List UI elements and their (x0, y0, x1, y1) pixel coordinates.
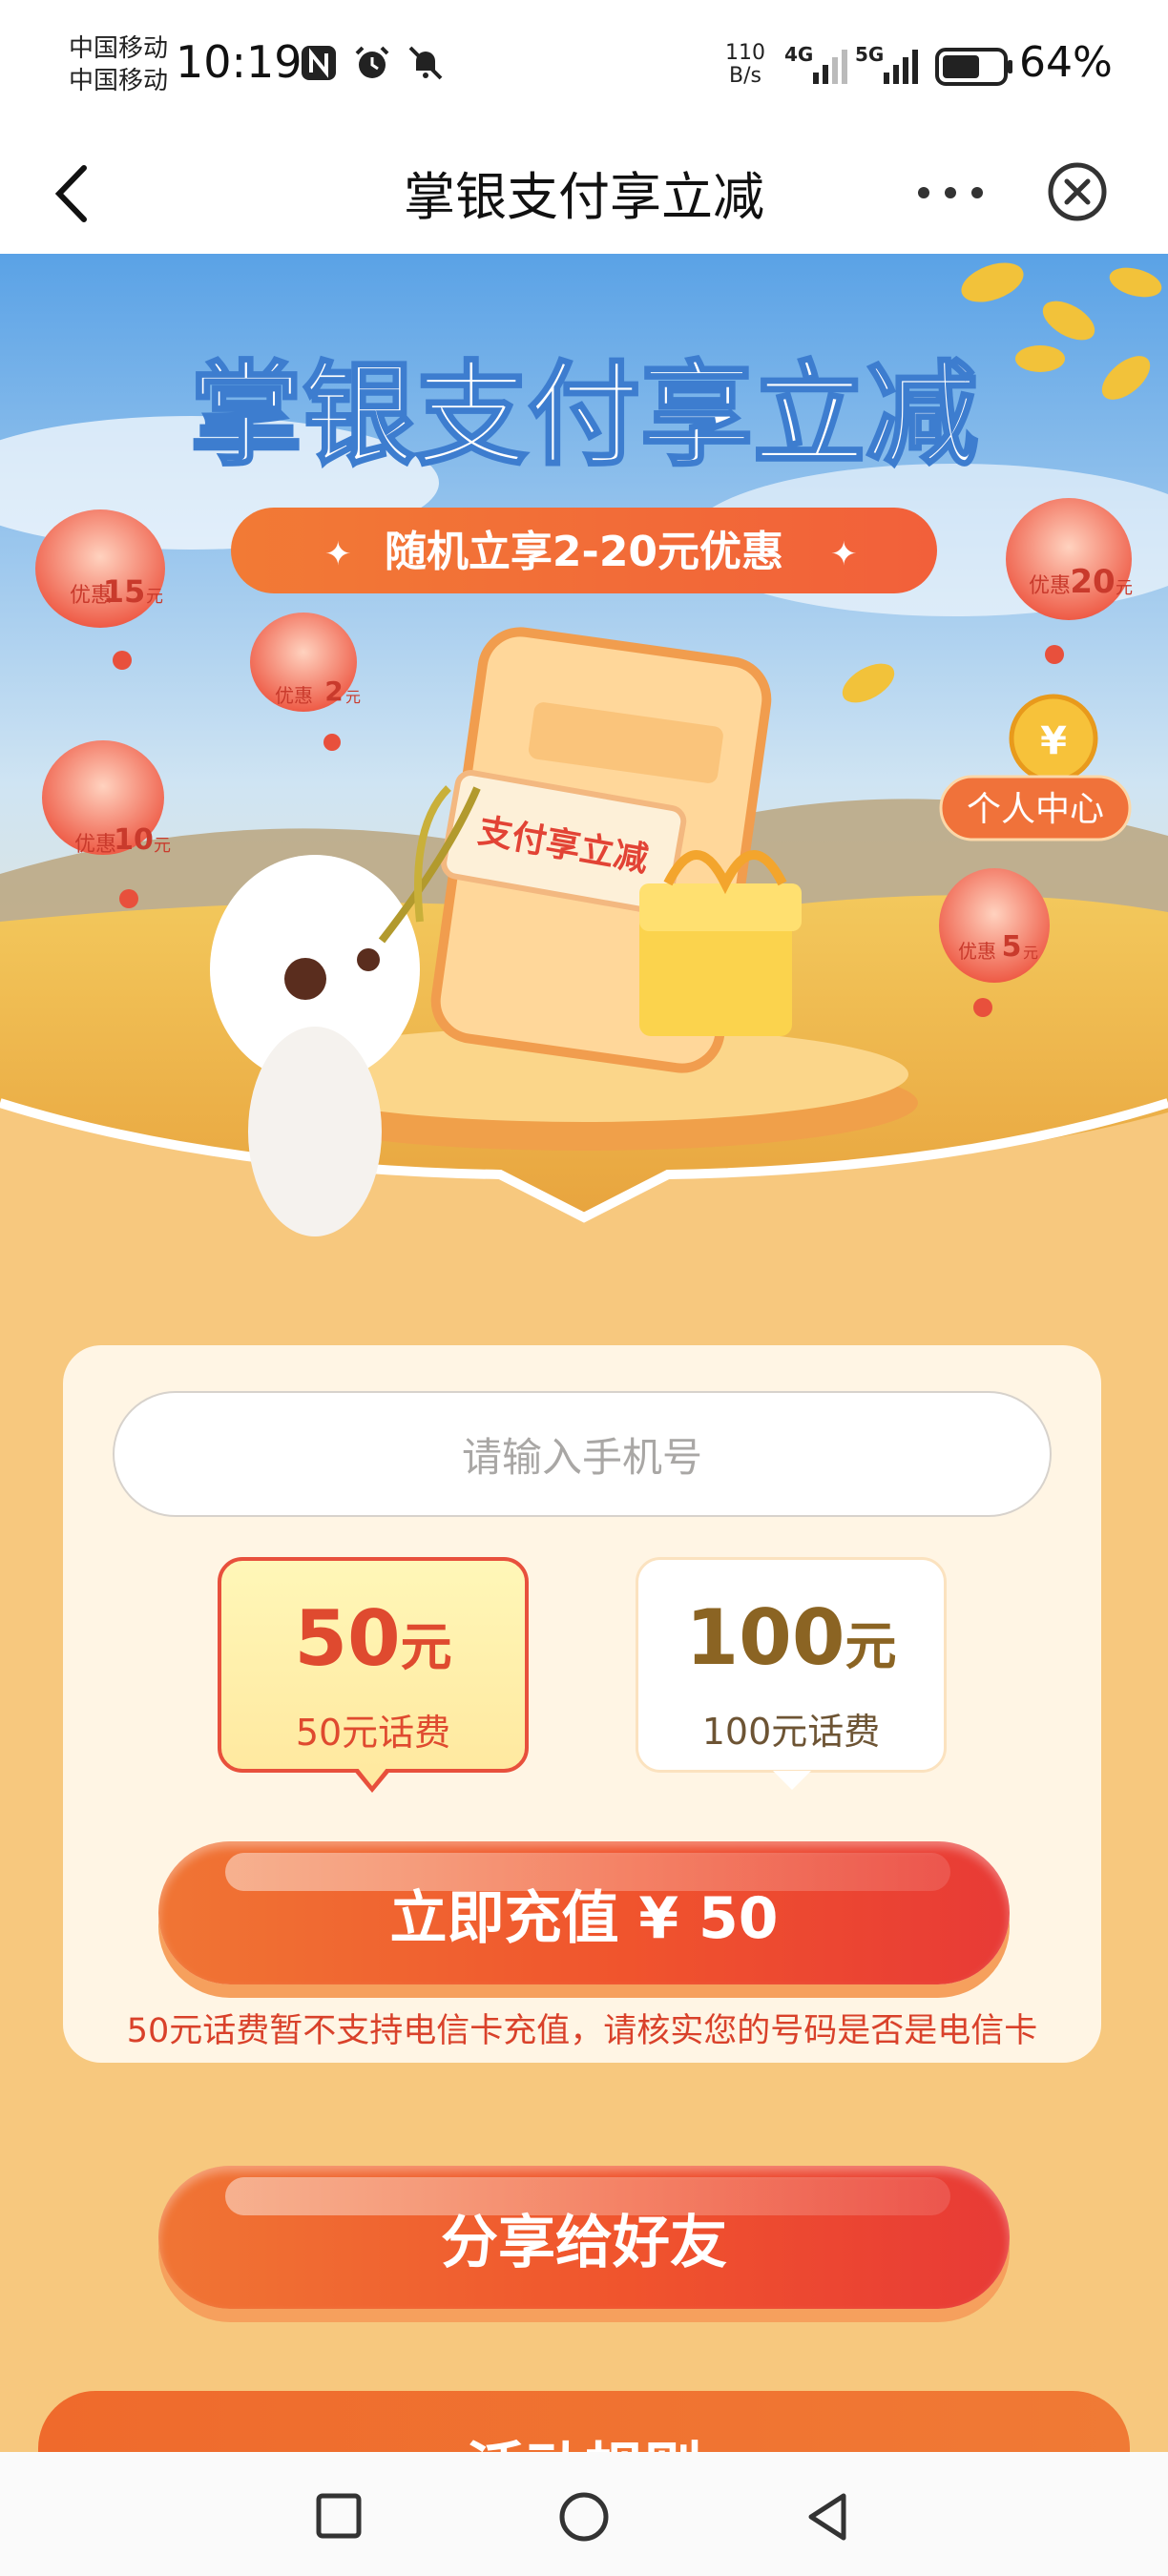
recharge-button-label: 立即充值 ¥ 50 (389, 1884, 779, 1952)
sparkle-icon: ✦ (324, 535, 352, 573)
svg-text:元: 元 (154, 836, 171, 856)
hero-subtitle: 随机立享2-20元优惠 (385, 528, 783, 576)
svg-text:10: 10 (114, 823, 154, 857)
option-100-amount: 100元 (685, 1593, 897, 1682)
telecom-note: 50元话费暂不支持电信卡充值，请核实您的号码是否是电信卡 (126, 2012, 1038, 2050)
nfc-icon (302, 46, 336, 80)
page-title: 掌银支付享立减 (404, 167, 764, 227)
option-50-desc: 50元话费 (295, 1712, 451, 1754)
svg-text:个人中心: 个人中心 (967, 790, 1104, 829)
svg-text:优惠: 优惠 (958, 940, 996, 963)
option-50-amount: 50元 (294, 1594, 452, 1683)
mute-bell-icon (408, 46, 443, 80)
svg-text:优惠: 优惠 (1029, 574, 1071, 598)
svg-text:20: 20 (1070, 563, 1115, 601)
svg-text:¥: ¥ (1040, 719, 1067, 763)
battery-percent: 64% (1019, 38, 1113, 87)
option-100[interactable]: 100元 100元话费 (636, 1557, 947, 1773)
svg-text:元: 元 (146, 587, 163, 607)
alarm-icon (355, 46, 389, 78)
net-speed-unit: B/s (729, 64, 761, 88)
svg-text:优惠: 优惠 (74, 833, 116, 857)
svg-text:2: 2 (324, 675, 343, 707)
back-triangle-icon[interactable] (803, 2490, 851, 2544)
svg-text:元: 元 (1023, 944, 1038, 962)
network-4g-label: 4G (784, 43, 813, 66)
share-button-label: 分享给好友 (441, 2209, 727, 2276)
status-time: 10:19 (176, 36, 302, 88)
recent-apps-icon[interactable] (315, 2492, 363, 2540)
system-nav-bar (0, 2452, 1168, 2576)
signal-icon: 4G (784, 43, 847, 84)
recharge-button[interactable]: 立即充值 ¥ 50 (158, 1841, 1010, 1984)
option-tail (773, 1771, 811, 1790)
share-button[interactable]: 分享给好友 (158, 2166, 1010, 2309)
more-dots-icon[interactable] (912, 174, 989, 212)
option-100-desc: 100元话费 (701, 1711, 881, 1753)
net-speed-value: 110 (725, 41, 765, 65)
carrier-2: 中国移动 (69, 67, 169, 95)
hero-banner: 掌银支付享立减 ✦ ✦ 随机立享2-20元优惠 支付享立减 优惠 15 元 优惠… (0, 254, 1168, 1284)
signal-icon: 5G (855, 43, 918, 84)
selected-tail-inner (357, 1767, 387, 1786)
net-speed: 110 B/s (725, 42, 765, 88)
phone-input[interactable]: 请输入手机号 (113, 1391, 1052, 1517)
hero-title: 掌银支付享立减 (190, 349, 978, 481)
svg-text:元: 元 (345, 688, 361, 706)
carrier-labels: 中国移动 中国移动 (69, 32, 168, 97)
svg-text:优惠: 优惠 (275, 684, 313, 707)
carrier-1: 中国移动 (69, 34, 169, 63)
svg-text:5: 5 (1002, 930, 1022, 964)
svg-text:元: 元 (1116, 578, 1133, 598)
home-icon[interactable] (557, 2490, 611, 2544)
battery-icon (935, 48, 1012, 86)
nav-bar: 掌银支付享立减 (0, 134, 1168, 254)
option-50[interactable]: 50元 50元话费 (218, 1557, 529, 1773)
svg-text:15: 15 (103, 573, 146, 610)
status-bar: 中国移动 中国移动 10:19 110 B/s 4G 5G 64% (0, 0, 1168, 134)
network-5g-label: 5G (855, 43, 884, 66)
close-circle-icon[interactable] (1046, 160, 1109, 223)
sparkle-icon: ✦ (830, 535, 858, 573)
